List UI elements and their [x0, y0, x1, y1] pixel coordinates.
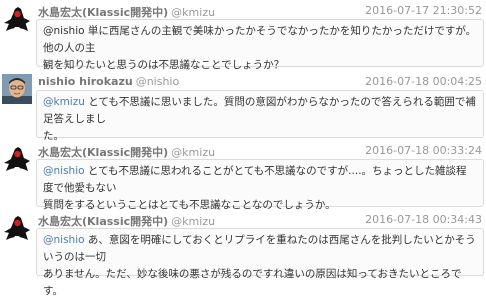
tweet-timestamp[interactable]: 2016-07-17 21:30:52 [365, 4, 482, 17]
mention-link[interactable]: @kmizu [43, 96, 85, 108]
author-display-name[interactable]: nishio hirokazu [38, 75, 133, 88]
tweet-item: 水島宏太(Klassic開発中) @kmizu 2016-07-17 21:30:… [0, 0, 486, 71]
mention-link[interactable]: @nishio [43, 165, 85, 177]
tweet-body: @nishio 単に西尾さんの主観で美味かったかそうでなかったかを知りたかっただ… [36, 19, 484, 71]
author-display-name[interactable]: 水島宏太(Klassic開発中) [38, 146, 168, 159]
tweet-item: nishio hirokazu @nishio 2016-07-18 00:04:… [0, 71, 486, 142]
author-name[interactable]: 水島宏太(Klassic開発中) @kmizu [38, 213, 215, 229]
author-display-name[interactable]: 水島宏太(Klassic開発中) [38, 215, 168, 228]
tweet-item: 水島宏太(Klassic開発中) @kmizu 2016-07-18 00:33:… [0, 140, 486, 211]
duke-icon[interactable] [2, 143, 32, 173]
tweet-timestamp[interactable]: 2016-07-18 00:34:43 [365, 213, 482, 226]
tweet-body: @nishio あ、意図を明確にしておくとリプライを重ねたのは西尾さんを批判した… [36, 228, 484, 297]
tweet-thread: 水島宏太(Klassic開発中) @kmizu 2016-07-17 21:30:… [0, 0, 486, 297]
tweet-body: @nishio とても不思議に思われることがとても不思議なのですが....。ちょ… [36, 159, 484, 211]
author-handle[interactable]: @kmizu [171, 146, 215, 159]
tweet-text-line: @nishio 単に西尾さんの主観で美味かったかそうでなかったかを知りたかっただ… [43, 25, 477, 54]
duke-icon[interactable] [2, 212, 32, 242]
mention-link[interactable]: @nishio [43, 234, 85, 246]
tweet-text-line: @nishio とても不思議に思われることがとても不思議なのですが....。ちょ… [43, 165, 467, 194]
author-display-name[interactable]: 水島宏太(Klassic開発中) [38, 6, 168, 19]
tweet-timestamp[interactable]: 2016-07-18 00:04:25 [365, 75, 482, 88]
author-handle[interactable]: @kmizu [171, 215, 215, 228]
author-handle[interactable]: @kmizu [171, 6, 215, 19]
duke-icon[interactable] [2, 3, 32, 33]
tweet-text-line: @nishio あ、意図を明確にしておくとリプライを重ねたのは西尾さんを批判した… [43, 234, 476, 263]
tweet-body: @kmizu とても不思議に思いました。質問の意図がわからなかったので答えられる… [36, 90, 484, 142]
photo-avatar-icon[interactable] [2, 74, 32, 104]
tweet-item: 水島宏太(Klassic開発中) @kmizu 2016-07-18 00:34:… [0, 209, 486, 297]
author-name[interactable]: 水島宏太(Klassic開発中) @kmizu [38, 4, 215, 20]
tweet-text-line: @kmizu とても不思議に思いました。質問の意図がわからなかったので答えられる… [43, 96, 476, 125]
author-name[interactable]: nishio hirokazu @nishio [38, 75, 179, 88]
author-name[interactable]: 水島宏太(Klassic開発中) @kmizu [38, 144, 215, 160]
tweet-text-line: ありません。ただ、妙な後味の悪さが残るのですれ違いの原因は知っておきたいところで… [43, 268, 462, 297]
author-handle[interactable]: @nishio [136, 75, 180, 88]
tweet-timestamp[interactable]: 2016-07-18 00:33:24 [365, 144, 482, 157]
